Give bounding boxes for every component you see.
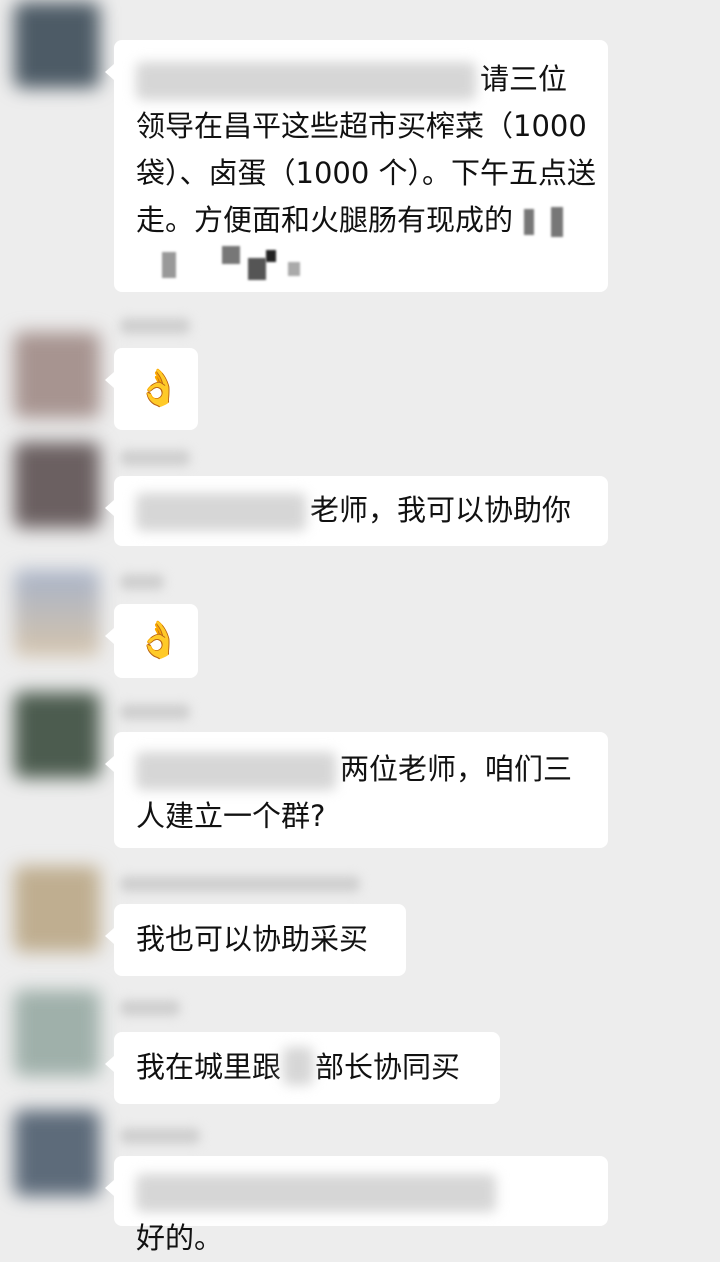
pixelated-redaction [162, 252, 176, 278]
avatar[interactable] [14, 1110, 100, 1196]
sender-name [120, 318, 190, 334]
sender-name [120, 450, 190, 466]
avatar[interactable] [14, 332, 100, 418]
message-bubble[interactable]: 👌 [105, 348, 198, 430]
message-text: 老师，我可以协助你 [310, 493, 572, 527]
pixelated-redaction [524, 209, 535, 235]
message-text: 走。方便面和火腿肠有现成的 [136, 203, 514, 237]
message-bubble[interactable]: 我也可以协助采买 [105, 904, 406, 976]
pixelated-redaction [222, 246, 240, 264]
message-bubble[interactable]: 请三位 领导在昌平这些超市买榨菜（1000 袋）、卤蛋（1000 个）。下午五点… [105, 40, 608, 292]
message-bubble[interactable]: 两位老师，咱们三 人建立一个群? [105, 732, 608, 848]
message-bubble[interactable]: 好的。 [105, 1156, 608, 1255]
sender-name [120, 1128, 200, 1144]
redacted-mention [136, 62, 476, 100]
redacted-mention [136, 752, 336, 790]
pixelated-redaction-row [136, 244, 586, 284]
message-text: 部长协同买 [315, 1050, 461, 1084]
avatar[interactable] [14, 2, 100, 88]
message-text: 两位老师，咱们三 [340, 752, 573, 786]
avatar[interactable] [14, 866, 100, 952]
redacted-mention [136, 1174, 496, 1212]
redacted-mention [283, 1047, 314, 1085]
message-line: 袋）、卤蛋（1000 个）。下午五点送 [136, 156, 597, 190]
message-text: 请三位 [480, 62, 568, 96]
message-line: 走。方便面和火腿肠有现成的 [136, 197, 586, 244]
avatar[interactable] [14, 990, 100, 1076]
pixelated-redaction [288, 262, 300, 276]
sender-name [120, 1000, 180, 1016]
message-line: 领导在昌平这些超市买榨菜（1000 [136, 109, 587, 143]
sender-name [120, 704, 190, 720]
ok-hand-emoji-icon: 👌 [136, 620, 181, 661]
message-text: 我也可以协助采买 [136, 922, 369, 956]
message-bubble[interactable]: 老师，我可以协助你 [105, 476, 608, 546]
pixelated-redaction [551, 207, 564, 237]
avatar[interactable] [14, 442, 100, 528]
avatar[interactable] [14, 570, 100, 656]
message-line: 请三位 [136, 56, 586, 103]
message-line: 人建立一个群? [136, 799, 326, 833]
message-bubble[interactable]: 我在城里跟 部长协同买 [105, 1032, 500, 1104]
message-text: 好的。 [136, 1221, 224, 1255]
ok-hand-emoji-icon: 👌 [136, 368, 181, 409]
message-bubble[interactable]: 👌 [105, 604, 198, 678]
pixelated-redaction [248, 258, 266, 280]
redacted-mention [136, 493, 306, 531]
sender-name [120, 876, 360, 892]
sender-name [120, 574, 164, 590]
avatar[interactable] [14, 692, 100, 778]
pixelated-redaction [266, 250, 276, 262]
message-line: 两位老师，咱们三 [136, 746, 586, 793]
message-text: 我在城里跟 [136, 1050, 282, 1084]
